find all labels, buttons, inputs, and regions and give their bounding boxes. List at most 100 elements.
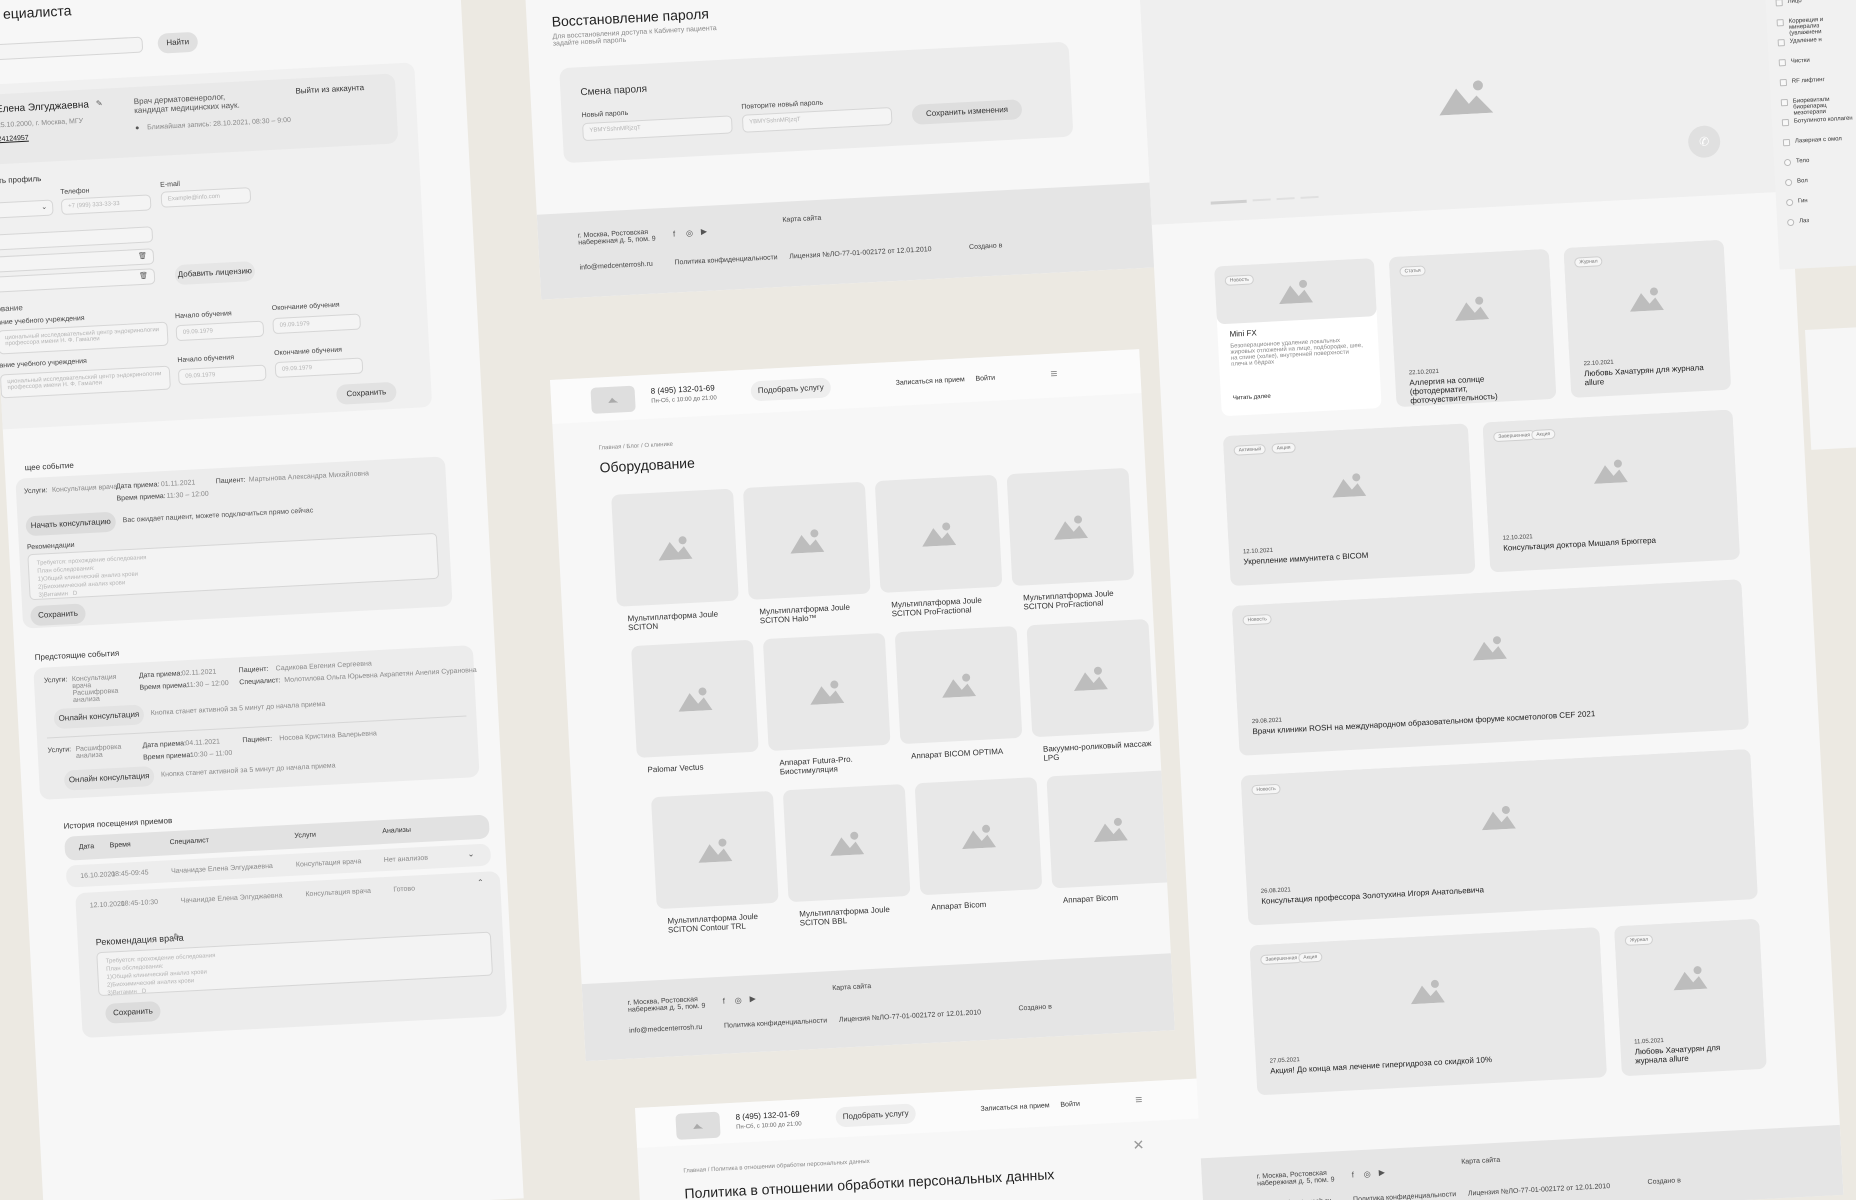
institution-input[interactable]: циональный исследовательский центр эндок…	[0, 321, 169, 355]
save-changes-button[interactable]: Сохранить изменения	[911, 99, 1023, 125]
start-consultation-button[interactable]: Начать консультацию	[25, 511, 117, 537]
sitemap-link[interactable]: Карта сайта	[832, 983, 871, 992]
filter-label[interactable]: RF лифтинг	[1792, 76, 1852, 85]
breadcrumb[interactable]: Главная / Политика в отношении обработки…	[683, 1159, 870, 1175]
filter-checkbox[interactable]	[1775, 0, 1783, 7]
pick-service-button[interactable]: Подобрать услугу	[835, 1103, 917, 1128]
equipment-card-image[interactable]	[631, 639, 759, 758]
filter-label[interactable]: Лаз	[1799, 215, 1856, 225]
equipment-card-title[interactable]: Мультиплатформа Joule SCITON BBL	[799, 904, 910, 928]
filter-checkbox[interactable]	[1787, 218, 1795, 227]
new-password-input[interactable]: YBMYSshnMRjzqT	[582, 115, 733, 142]
close-icon[interactable]: ✕	[1132, 1136, 1145, 1154]
facebook-icon[interactable]: f	[673, 229, 676, 238]
equipment-card-image[interactable]	[1046, 770, 1175, 889]
privacy-link[interactable]: Политика конфиденциальности	[1353, 1191, 1457, 1200]
filter-checkbox[interactable]	[1776, 19, 1784, 27]
search-button[interactable]: Найти	[157, 31, 199, 54]
filter-checkbox[interactable]	[1779, 78, 1788, 87]
edit-icon[interactable]: ✎	[96, 99, 103, 108]
equipment-card-title[interactable]: Мультиплатформа Joule SCITON	[627, 609, 738, 633]
filter-label[interactable]: Ботулиното коллаген	[1794, 116, 1854, 125]
filter-label[interactable]: Биоревитали биорепарац мезотерапи	[1793, 96, 1854, 117]
blog-card-title[interactable]: Укрепление иммунитета с BICOM	[1243, 546, 1460, 567]
blog-card-title[interactable]: Аллергия на солнце (фотодерматит, фоточу…	[1409, 372, 1542, 406]
filter-label[interactable]: Тело	[1796, 155, 1856, 165]
facebook-icon[interactable]: f	[723, 997, 726, 1006]
filter-checkbox[interactable]	[1777, 39, 1785, 47]
blog-card[interactable]: Завершенная Акция 27.05.2021 Акция! До конц…	[1249, 927, 1608, 1096]
filter-label[interactable]: Лицо	[1787, 0, 1847, 5]
header-phone[interactable]: 8 (495) 132-01-69	[735, 1109, 799, 1121]
filter-checkbox[interactable]	[1783, 158, 1792, 167]
save-recommendation-button[interactable]: Сохранить	[30, 603, 87, 627]
start-date-input[interactable]: 09.09.1979	[175, 320, 265, 342]
license-input-3[interactable]: 🗑	[0, 268, 156, 293]
filter-label[interactable]: Коррекция и минерализ (увлажнени	[1789, 16, 1850, 37]
equipment-card-image[interactable]	[894, 625, 1023, 745]
logo[interactable]	[675, 1111, 721, 1140]
equipment-card-image[interactable]	[1026, 619, 1155, 738]
equipment-card-image[interactable]	[914, 777, 1043, 896]
youtube-icon[interactable]: ▶	[1378, 1168, 1385, 1177]
logo[interactable]	[590, 385, 636, 414]
instagram-icon[interactable]: ◎	[686, 229, 693, 238]
equipment-card-title[interactable]: Аппарат Bicom	[931, 897, 1041, 912]
equipment-card-image[interactable]	[762, 632, 891, 752]
blog-card-title[interactable]: Любовь Хачатурян для журнала allure	[1635, 1041, 1753, 1065]
chevron-up-icon[interactable]: ⌃	[477, 878, 484, 887]
phone-input[interactable]: +7 (999) 333-33-33	[60, 194, 152, 216]
online-consultation-button[interactable]: Онлайн консультация	[63, 765, 155, 791]
filter-label[interactable]: Чистки	[1791, 56, 1851, 65]
license-input-1[interactable]	[0, 226, 154, 251]
blog-card[interactable]: Новость 29.08.2021 Врачи клиники ROSH на м…	[1231, 579, 1749, 756]
equipment-card-image[interactable]	[650, 790, 779, 910]
signup-link[interactable]: Записаться на прием	[895, 376, 964, 387]
edit-icon[interactable]: ✎	[173, 932, 180, 941]
filter-label[interactable]: Гин	[1798, 195, 1856, 204]
doctor-phone-link[interactable]: 24124957	[0, 135, 29, 144]
signup-link[interactable]: Записаться на прием	[980, 1102, 1049, 1113]
filter-label[interactable]: Вол	[1797, 175, 1856, 185]
youtube-icon[interactable]: ▶	[701, 227, 708, 236]
equipment-card-image[interactable]	[1006, 467, 1135, 587]
trash-icon[interactable]: 🗑	[139, 272, 148, 280]
privacy-link[interactable]: Политика конфиденциальности	[724, 1017, 828, 1029]
filter-label[interactable]: Лазерная с омол	[1795, 136, 1855, 144]
blog-card-title[interactable]: Mini FX	[1229, 328, 1257, 338]
login-link[interactable]: Войти	[975, 375, 995, 383]
equipment-card-image[interactable]	[874, 474, 1003, 593]
blog-card[interactable]: Статья 22.10.2021 Аллергия на солнце (фото…	[1388, 248, 1557, 408]
youtube-icon[interactable]: ▶	[749, 994, 756, 1003]
blog-card[interactable]: Активный Акция 12.10.2021 Укрепление иммуни…	[1222, 423, 1476, 587]
end-date-input-2[interactable]: 09.09.1979	[274, 357, 364, 379]
filter-checkbox[interactable]	[1780, 98, 1789, 107]
online-consultation-button[interactable]: Онлайн консультация	[53, 704, 145, 730]
equipment-card-title[interactable]: Вакуумно-роликовый массаж LPG	[1043, 739, 1154, 763]
filter-checkbox[interactable]	[1778, 59, 1787, 67]
equipment-card-title[interactable]: Мультиплатформа Joule SCITON ProFraction…	[1023, 588, 1134, 612]
start-date-input-2[interactable]: 09.09.1979	[177, 364, 267, 386]
logout-link[interactable]: Выйти из аккаунта	[295, 83, 364, 96]
sitemap-link[interactable]: Карта сайта	[1461, 1157, 1500, 1166]
breadcrumb[interactable]: Главная / Блог / О клинике	[598, 442, 673, 452]
footer-email[interactable]: info@medcenterrosh.ru	[579, 261, 653, 272]
equipment-card-title[interactable]: Аппарат BICOM OPTIMA	[911, 746, 1021, 761]
menu-icon[interactable]: ≡	[1050, 366, 1058, 380]
instagram-icon[interactable]: ◎	[735, 996, 742, 1005]
recommendation-textarea[interactable]: Требуется: прохождение обследования План…	[27, 532, 440, 601]
add-license-button[interactable]: Добавить лицензию	[174, 261, 256, 286]
instagram-icon[interactable]: ◎	[1364, 1170, 1371, 1179]
equipment-card-image[interactable]	[782, 783, 911, 903]
filter-checkbox[interactable]	[1784, 178, 1793, 187]
pick-service-button[interactable]: Подобрать услугу	[750, 377, 832, 402]
repeat-password-input[interactable]: YBMYSshnMRjzqT	[741, 106, 893, 133]
facebook-icon[interactable]: f	[1352, 1170, 1355, 1179]
blog-card[interactable]: Завершенная Акция 12.10.2021 Консультация д…	[1482, 409, 1741, 573]
end-date-input[interactable]: 09.09.1979	[272, 313, 362, 335]
save-profile-button[interactable]: Сохранить	[335, 381, 397, 405]
menu-icon[interactable]: ≡	[1135, 1092, 1143, 1106]
save-button[interactable]: Сохранить	[104, 1000, 161, 1024]
equipment-card-title[interactable]: Мультиплатформа Joule SCITON ProFraction…	[891, 595, 1002, 619]
equipment-card-title[interactable]: Аппарат Futura-Pro. Биостимуляция	[779, 753, 890, 777]
